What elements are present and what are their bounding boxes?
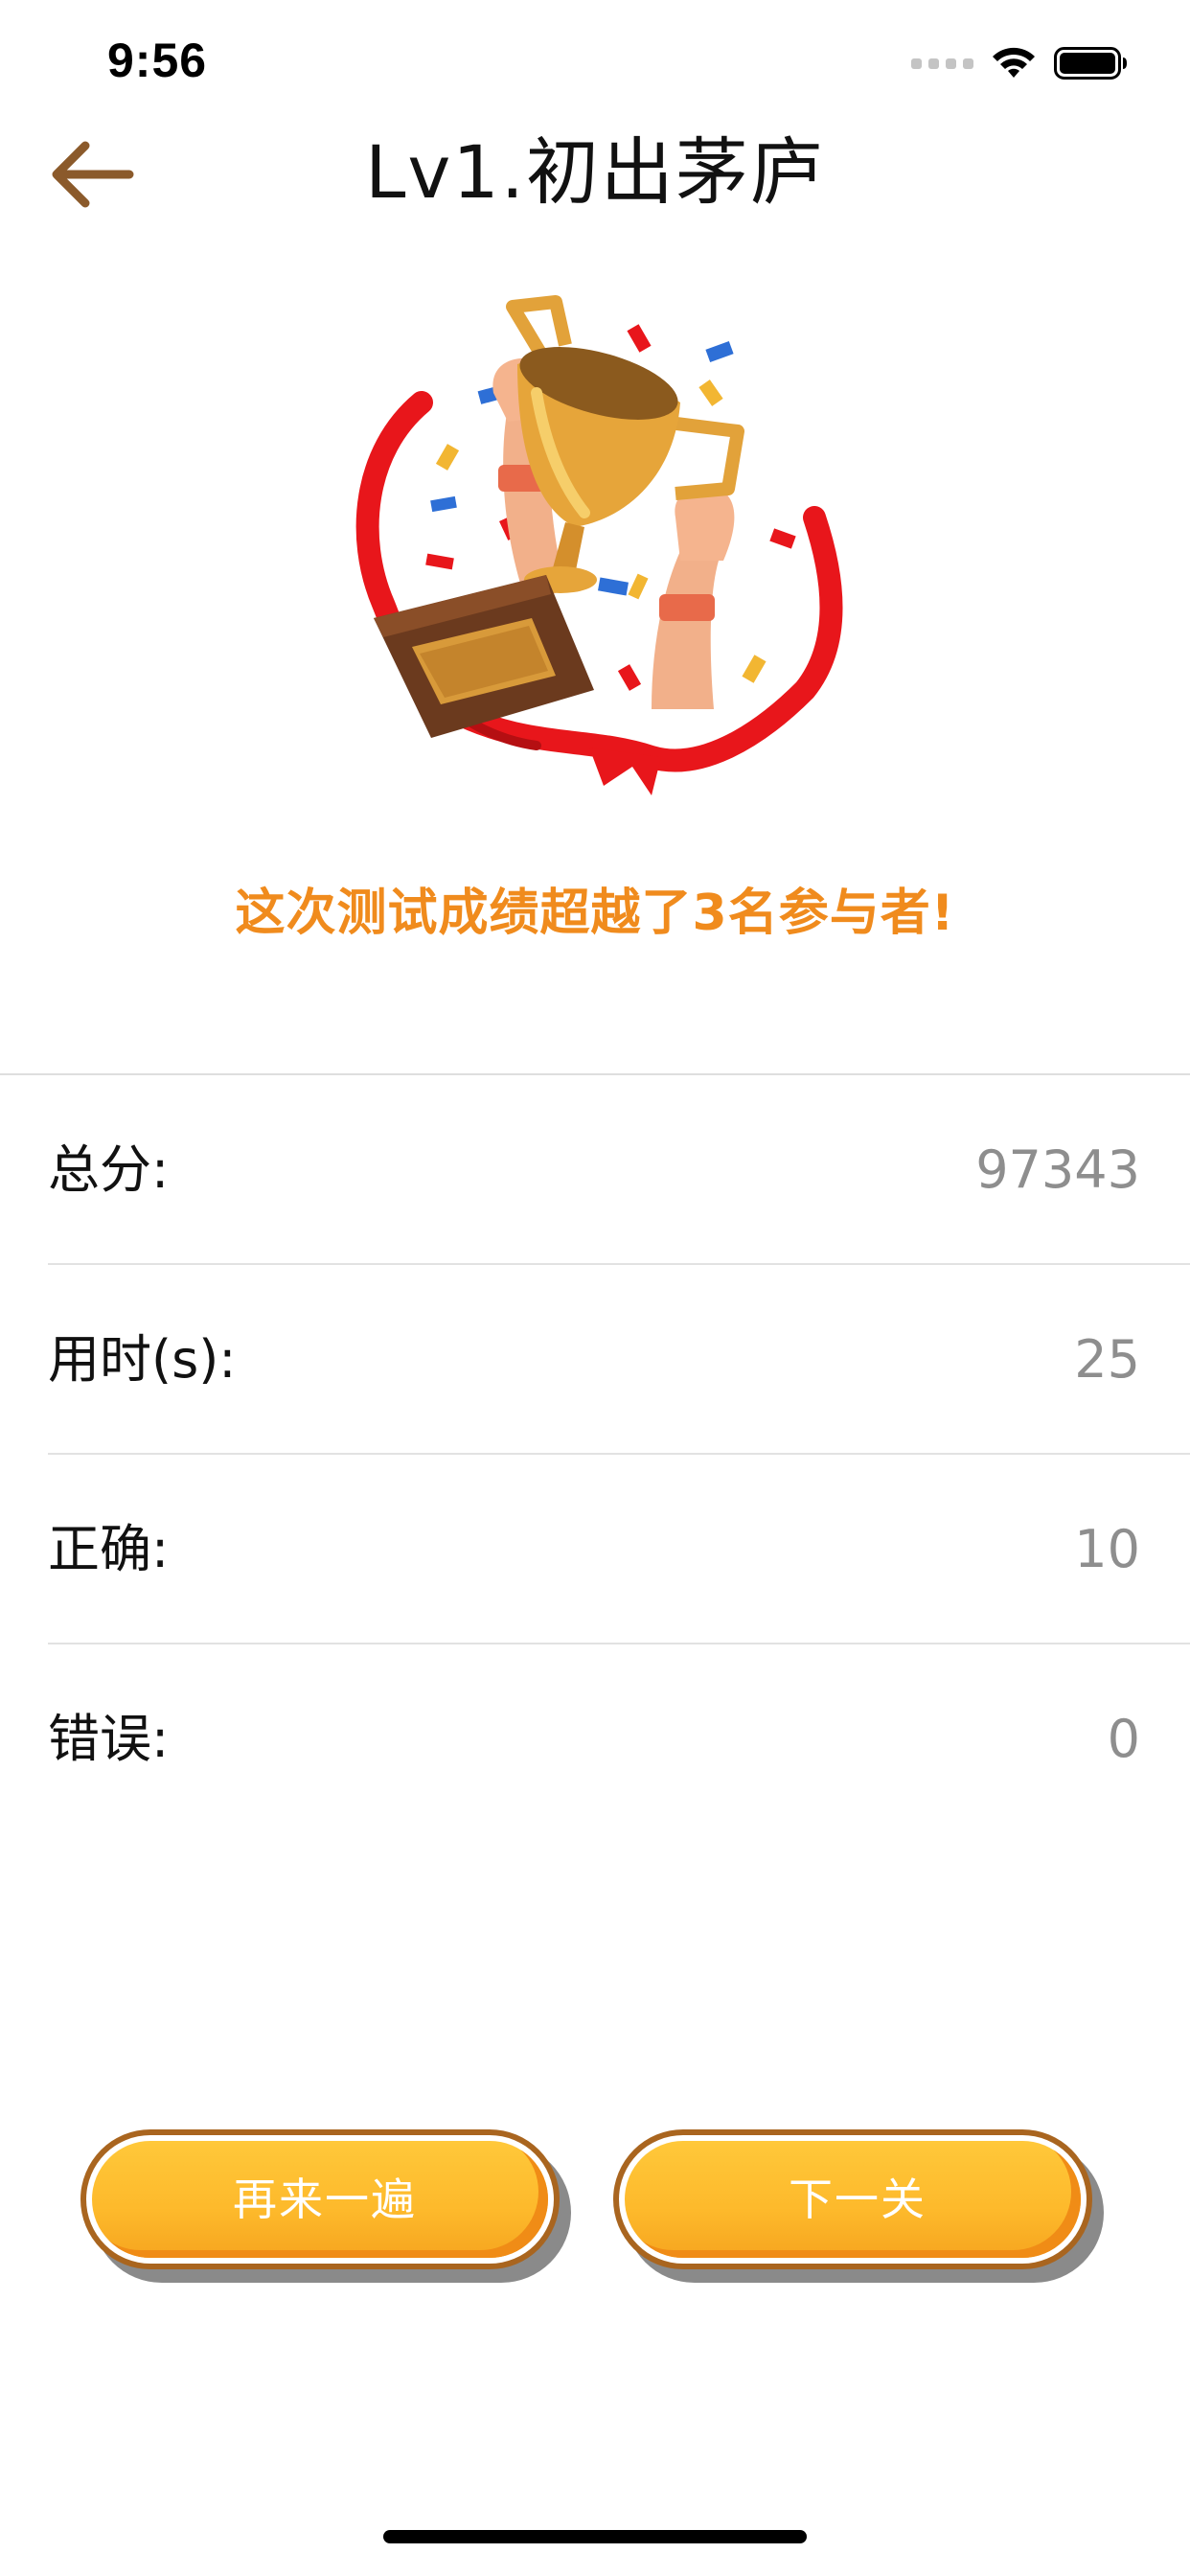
stats-list: 总分: 97343 用时(s): 25 正确: 10 错误: 0 xyxy=(0,1075,1190,1834)
battery-icon xyxy=(1054,47,1127,80)
status-bar: 9:56 xyxy=(0,0,1190,125)
wifi-icon xyxy=(993,47,1035,78)
status-indicators xyxy=(911,40,1129,86)
stat-value: 97343 xyxy=(975,1139,1140,1200)
stat-value: 0 xyxy=(1107,1709,1140,1769)
trophy-icon xyxy=(355,295,843,795)
stat-label: 总分: xyxy=(48,1139,170,1200)
home-indicator[interactable] xyxy=(383,2530,807,2543)
stat-row-time: 用时(s): 25 xyxy=(0,1265,1190,1455)
stat-row-wrong: 错误: 0 xyxy=(0,1644,1190,1834)
stat-value: 10 xyxy=(1074,1519,1140,1579)
trophy-illustration xyxy=(345,288,843,805)
cellular-signal-icon xyxy=(911,58,973,69)
next-level-button-label: 下一关 xyxy=(789,2174,927,2225)
stat-row-correct: 正确: 10 xyxy=(0,1455,1190,1644)
stat-label: 错误: xyxy=(48,1709,170,1769)
next-level-button[interactable]: 下一关 xyxy=(613,2129,1104,2283)
arrow-left-icon xyxy=(52,141,134,208)
retry-button[interactable]: 再来一遍 xyxy=(80,2129,571,2283)
back-button[interactable] xyxy=(38,128,144,220)
retry-button-label: 再来一遍 xyxy=(233,2174,417,2225)
stat-value: 25 xyxy=(1074,1329,1140,1390)
status-time: 9:56 xyxy=(107,34,208,87)
stat-label: 正确: xyxy=(48,1519,170,1579)
navigation-bar: Lv1.初出茅庐 xyxy=(0,125,1190,220)
page-title: Lv1.初出茅庐 xyxy=(365,129,825,215)
stat-label: 用时(s): xyxy=(48,1329,237,1390)
result-message: 这次测试成绩超越了3名参与者! xyxy=(235,885,955,942)
stat-row-total-score: 总分: 97343 xyxy=(0,1075,1190,1265)
